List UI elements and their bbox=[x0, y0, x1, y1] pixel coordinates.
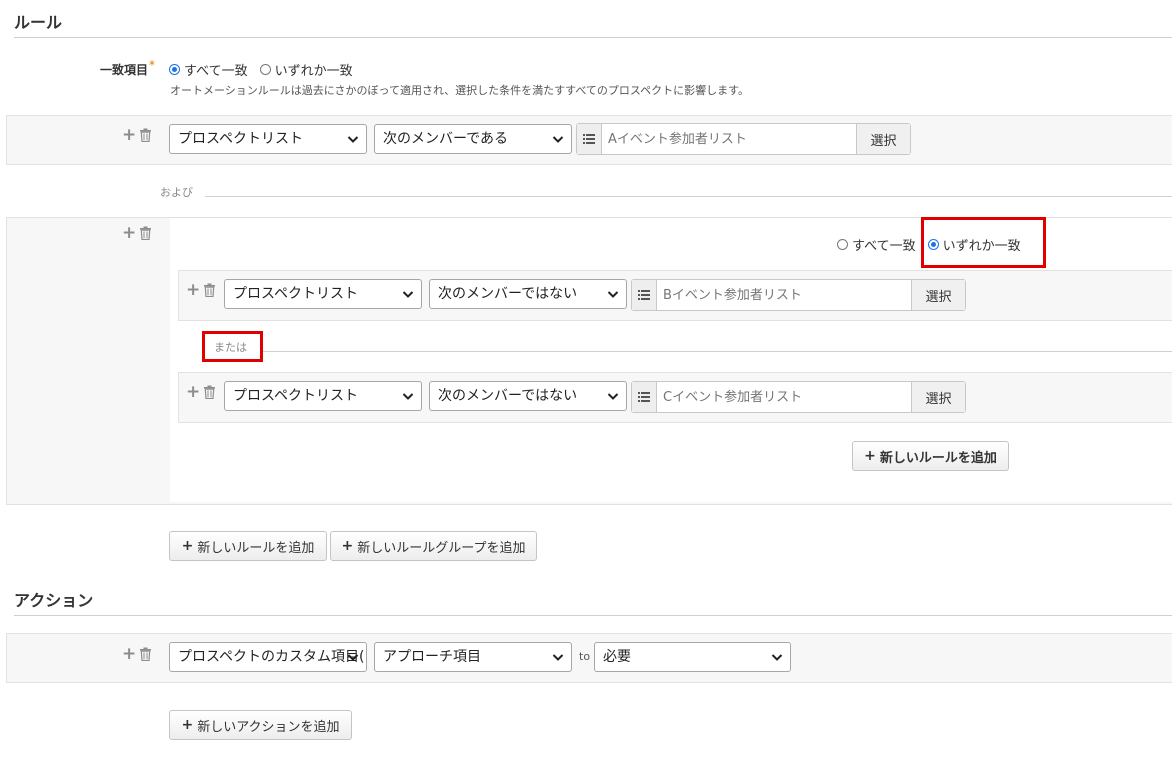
group-rule-1-field-value: プロスペクトリスト bbox=[233, 286, 359, 302]
actions-divider bbox=[14, 615, 1172, 616]
match-description: オートメーションルールは過去にさかのぼって適用され、選択した条件を満たすすべての… bbox=[170, 84, 750, 97]
group-rule-2-field-select[interactable]: プロスペクトリスト bbox=[224, 381, 422, 411]
list-icon bbox=[632, 280, 657, 310]
add-rule-label: 新しいルールを追加 bbox=[197, 540, 315, 556]
actions-section-title: アクション bbox=[14, 591, 94, 610]
group-rule-2-field-value: プロスペクトリスト bbox=[233, 388, 359, 404]
and-connector-line bbox=[205, 196, 1172, 197]
match-radio-group: すべて一致 いずれか一致 bbox=[169, 60, 353, 79]
action-to-label: to bbox=[579, 650, 591, 663]
chevron-down-icon bbox=[552, 136, 564, 143]
group-rule-1-operator-select[interactable]: 次のメンバーではない bbox=[429, 279, 627, 309]
or-connector-line bbox=[262, 351, 1172, 352]
group-add-rule-button[interactable]: + 新しいルールを追加 bbox=[852, 441, 1009, 471]
group-rule-1-actions: + bbox=[186, 282, 216, 299]
plus-icon[interactable]: + bbox=[122, 127, 136, 144]
action-item-value: アプローチ項目 bbox=[383, 649, 481, 665]
highlight-box-any bbox=[921, 217, 1046, 268]
trash-icon[interactable] bbox=[203, 385, 216, 399]
action-field-value: プロスペクトのカスタム項目( bbox=[178, 649, 365, 665]
trash-icon[interactable] bbox=[139, 647, 152, 661]
plus-icon[interactable]: + bbox=[186, 384, 200, 401]
add-rule-group-label: 新しいルールグループを追加 bbox=[357, 540, 526, 556]
action-value-value: 必要 bbox=[603, 649, 631, 665]
match-label-text: 一致項目 bbox=[100, 63, 149, 77]
match-label: 一致項目* bbox=[100, 58, 156, 78]
trash-icon[interactable] bbox=[203, 283, 216, 297]
add-action-button[interactable]: + 新しいアクションを追加 bbox=[169, 710, 352, 740]
group-rule-1-select-button[interactable]: 選択 bbox=[911, 280, 965, 310]
action-value-select[interactable]: 必要 bbox=[594, 642, 791, 672]
chevron-down-icon bbox=[607, 393, 619, 400]
trash-icon[interactable] bbox=[139, 226, 152, 240]
chevron-down-icon bbox=[402, 291, 414, 298]
chevron-down-icon bbox=[552, 654, 564, 661]
rule-1-operator-value: 次のメンバーである bbox=[383, 131, 509, 147]
group-rule-2-actions: + bbox=[186, 384, 216, 401]
list-icon bbox=[632, 382, 657, 412]
action-item-select[interactable]: アプローチ項目 bbox=[374, 642, 572, 672]
group-rule-2-select-button[interactable]: 選択 bbox=[911, 382, 965, 412]
match-all-radio[interactable] bbox=[169, 64, 180, 75]
group-rule-2-value-picker: 選択 bbox=[631, 381, 966, 413]
group-rule-1-field-select[interactable]: プロスペクトリスト bbox=[224, 279, 422, 309]
chevron-down-icon bbox=[771, 654, 783, 661]
group-match-all-radio[interactable] bbox=[837, 239, 848, 250]
group-rule-1-value-input[interactable] bbox=[657, 280, 911, 310]
plus-icon[interactable]: + bbox=[122, 646, 136, 663]
group-add-rule-label: 新しいルールを追加 bbox=[879, 450, 997, 466]
plus-icon: + bbox=[181, 717, 194, 733]
match-all-label[interactable]: すべて一致 bbox=[184, 60, 248, 79]
match-any-label[interactable]: いずれか一致 bbox=[275, 60, 353, 79]
rules-section-title: ルール bbox=[14, 13, 63, 32]
plus-icon: + bbox=[341, 538, 354, 554]
group-rule-2-operator-select[interactable]: 次のメンバーではない bbox=[429, 381, 627, 411]
group-rule-1-value-picker: 選択 bbox=[631, 279, 966, 311]
rule-1-value-picker: 選択 bbox=[576, 123, 911, 155]
rule-1-value-input[interactable] bbox=[602, 124, 856, 154]
action-field-select[interactable]: プロスペクトのカスタム項目( bbox=[169, 642, 367, 672]
highlight-box-or bbox=[202, 331, 263, 362]
action-row-1-actions: + bbox=[122, 646, 152, 663]
rule-1-operator-select[interactable]: 次のメンバーである bbox=[374, 124, 572, 154]
rule-group-actions: + bbox=[122, 225, 152, 242]
group-rule-2-value-input[interactable] bbox=[657, 382, 911, 412]
match-any-radio[interactable] bbox=[259, 64, 271, 75]
rule-row-1-actions: + bbox=[122, 127, 152, 144]
rule-1-field-value: プロスペクトリスト bbox=[178, 131, 304, 147]
rules-divider bbox=[14, 37, 1172, 38]
list-icon bbox=[577, 124, 602, 154]
add-action-label: 新しいアクションを追加 bbox=[197, 719, 340, 735]
chevron-down-icon bbox=[347, 136, 359, 143]
add-rule-button[interactable]: + 新しいルールを追加 bbox=[169, 531, 327, 561]
and-connector-label: および bbox=[160, 186, 193, 199]
plus-icon: + bbox=[864, 448, 876, 464]
plus-icon[interactable]: + bbox=[186, 282, 200, 299]
required-mark: * bbox=[149, 58, 156, 72]
group-rule-1-operator-value: 次のメンバーではない bbox=[438, 286, 578, 302]
chevron-down-icon bbox=[347, 654, 359, 661]
trash-icon[interactable] bbox=[139, 128, 152, 142]
group-match-all-label[interactable]: すべて一致 bbox=[852, 235, 916, 254]
plus-icon[interactable]: + bbox=[122, 225, 136, 242]
rule-1-select-button[interactable]: 選択 bbox=[856, 124, 910, 154]
chevron-down-icon bbox=[607, 291, 619, 298]
plus-icon: + bbox=[181, 538, 194, 554]
rule-1-field-select[interactable]: プロスペクトリスト bbox=[169, 124, 367, 154]
group-rule-2-operator-value: 次のメンバーではない bbox=[438, 388, 578, 404]
add-rule-group-button[interactable]: + 新しいルールグループを追加 bbox=[330, 531, 537, 561]
chevron-down-icon bbox=[402, 393, 414, 400]
